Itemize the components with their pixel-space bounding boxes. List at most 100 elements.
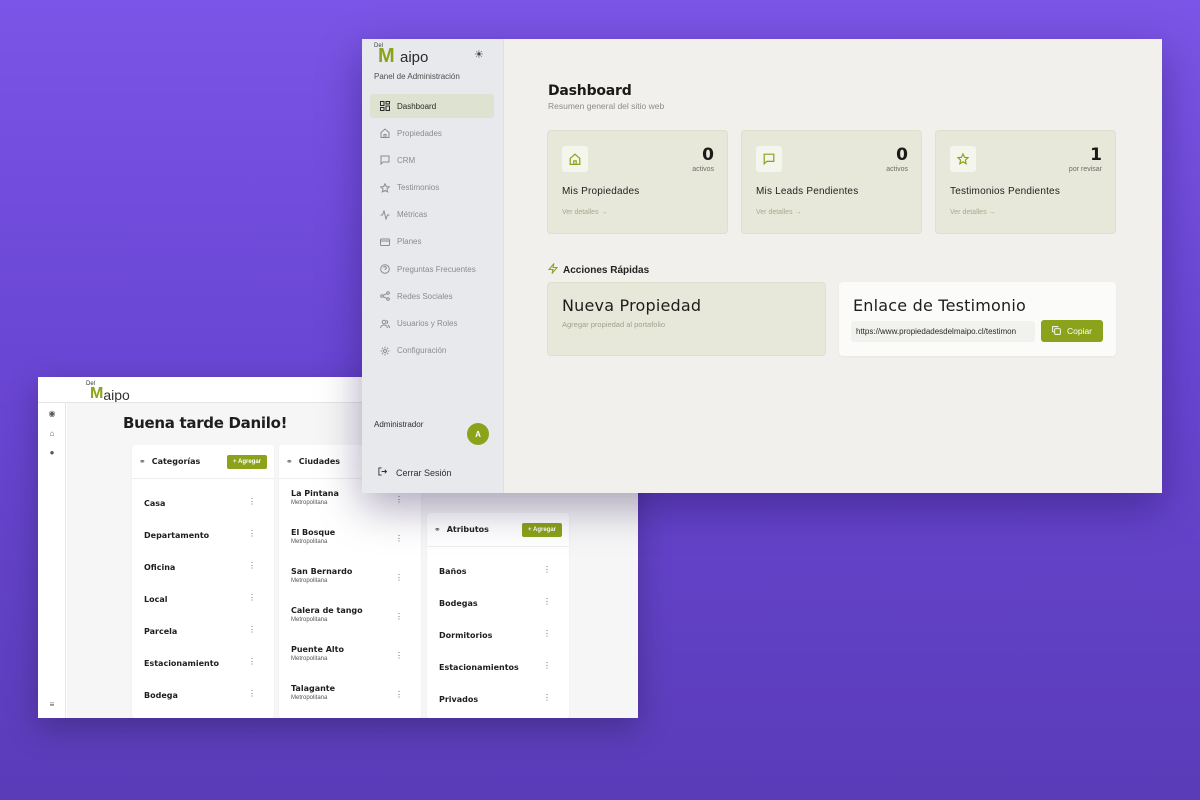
list-item[interactable]: Parcela ⋮	[132, 615, 274, 647]
item-label: Parcela	[144, 626, 178, 636]
more-icon[interactable]: ⋮	[248, 689, 256, 698]
more-icon[interactable]: ⋮	[248, 561, 256, 570]
more-icon[interactable]: ⋮	[395, 534, 403, 543]
avatar[interactable]: A	[467, 423, 489, 445]
add-button[interactable]: + Agregar	[227, 454, 267, 469]
nav-item-redes[interactable]: Redes Sociales	[370, 284, 494, 308]
stat-unit: por revisar	[1068, 166, 1102, 173]
more-icon[interactable]: ⋮	[395, 573, 403, 582]
home-icon	[379, 128, 390, 139]
list-item[interactable]: Dormitorios ⋮	[427, 619, 569, 651]
card-icon	[379, 236, 390, 247]
list-item[interactable]: San Bernardo Metropolitana ⋮	[279, 561, 421, 600]
details-link[interactable]: Ver detalles →	[562, 209, 608, 216]
item-label: Privados	[439, 694, 479, 704]
more-icon[interactable]: ⋮	[395, 495, 403, 504]
details-link[interactable]: Ver detalles →	[950, 209, 996, 216]
more-icon[interactable]: ⋮	[248, 529, 256, 538]
item-label: El Bosque	[291, 528, 336, 537]
nav-item-usuarios[interactable]: Usuarios y Roles	[370, 312, 494, 336]
stat-card-leads[interactable]: 0 activos Mis Leads Pendientes Ver detal…	[741, 130, 922, 234]
nav-item-configuracion[interactable]: Configuración	[370, 339, 494, 363]
stat-unit: activos	[692, 166, 714, 173]
sidebar: ◉ ⌂ ● ≡	[38, 403, 66, 718]
user-icon[interactable]: ●	[48, 449, 56, 457]
lightning-icon	[547, 263, 559, 277]
panel-title: Atributos	[446, 525, 489, 534]
list-item[interactable]: Talagante Metropolitana ⋮	[279, 678, 421, 717]
stat-value: 1	[1090, 145, 1102, 165]
item-label: Departamento	[144, 530, 210, 540]
stat-label: Mis Leads Pendientes	[756, 186, 859, 197]
list-item[interactable]: Departamento ⋮	[132, 519, 274, 551]
menu-icon[interactable]: ≡	[48, 701, 56, 709]
testimonial-url-field[interactable]: https://www.propiedadesdelmaipo.cl/testi…	[851, 321, 1035, 342]
add-button[interactable]: + Agregar	[522, 522, 562, 537]
more-icon[interactable]: ⋮	[248, 593, 256, 602]
list-item[interactable]: Estacionamientos ⋮	[427, 651, 569, 683]
mountain-logo-icon: M	[378, 45, 395, 67]
logo-prefix: Del	[86, 381, 96, 387]
item-label: Talagante	[291, 684, 336, 693]
item-region: Metropolitana	[291, 500, 328, 506]
more-icon[interactable]: ⋮	[395, 690, 403, 699]
panel-header: ⚭ Categorías + Agregar	[132, 445, 274, 479]
list-item[interactable]: Privados ⋮	[427, 683, 569, 715]
greeting: Buena tarde Danilo!	[123, 414, 288, 432]
nav-item-propiedades[interactable]: Propiedades	[370, 121, 494, 145]
list-item[interactable]: Casa ⋮	[132, 487, 274, 519]
more-icon[interactable]: ⋮	[395, 651, 403, 660]
stat-card-testimonios[interactable]: 1 por revisar Testimonios Pendientes Ver…	[935, 130, 1116, 234]
sidebar: Del M aipo ☀ Panel de Administración Das…	[362, 39, 504, 493]
stat-card-propiedades[interactable]: 0 activos Mis Propiedades Ver detalles →	[547, 130, 728, 234]
nav-item-crm[interactable]: CRM	[370, 148, 494, 172]
help-icon	[379, 264, 390, 275]
more-icon[interactable]: ⋮	[543, 661, 551, 670]
nav-item-metricas[interactable]: Métricas	[370, 203, 494, 227]
star-icon	[379, 182, 390, 193]
more-icon[interactable]: ⋮	[543, 629, 551, 638]
more-icon[interactable]: ⋮	[248, 497, 256, 506]
list-item[interactable]: Estacionamiento ⋮	[132, 647, 274, 679]
nav-item-preguntas[interactable]: Preguntas Frecuentes	[370, 257, 494, 281]
compass-icon[interactable]: ◉	[48, 410, 56, 418]
more-icon[interactable]: ⋮	[543, 565, 551, 574]
list-item[interactable]: Bodega ⋮	[132, 679, 274, 711]
list-item[interactable]: Puente Alto Metropolitana ⋮	[279, 639, 421, 678]
sun-icon[interactable]: ☀	[474, 48, 484, 61]
atributos-panel: ⚭ Atributos + Agregar Baños ⋮ Bodegas ⋮ Do…	[427, 513, 569, 718]
logo-text: aipo	[400, 49, 429, 66]
copy-button[interactable]: Copiar	[1041, 320, 1103, 342]
list-item[interactable]: El Bosque Metropolitana ⋮	[279, 522, 421, 561]
more-icon[interactable]: ⋮	[543, 693, 551, 702]
details-link[interactable]: Ver detalles →	[756, 209, 802, 216]
list-item[interactable]: Baños ⋮	[427, 555, 569, 587]
list-item[interactable]: Local ⋮	[132, 583, 274, 615]
nav-item-planes[interactable]: Planes	[370, 230, 494, 254]
logout-label: Cerrar Sesión	[396, 467, 452, 478]
more-icon[interactable]: ⋮	[543, 597, 551, 606]
panel-title: Categorías	[151, 457, 201, 466]
nav-item-dashboard[interactable]: Dashboard	[370, 94, 494, 118]
list-item[interactable]: Bodegas ⋮	[427, 587, 569, 619]
panel-subtitle: Panel de Administración	[374, 72, 460, 81]
item-label: Puente Alto	[291, 645, 344, 654]
nav-label: Planes	[397, 237, 422, 247]
new-property-card[interactable]: Nueva Propiedad Agregar propiedad al por…	[547, 282, 826, 356]
nav-item-testimonios[interactable]: Testimonios	[370, 176, 494, 200]
users-icon	[379, 318, 390, 329]
item-label: San Bernardo	[291, 567, 353, 576]
more-icon[interactable]: ⋮	[395, 612, 403, 621]
stat-value: 0	[702, 145, 714, 165]
item-label: Calera de tango	[291, 606, 363, 615]
more-icon[interactable]: ⋮	[248, 625, 256, 634]
list-item[interactable]: Oficina ⋮	[132, 551, 274, 583]
logout-button[interactable]: Cerrar Sesión	[378, 467, 452, 478]
front-window: Del M aipo ☀ Panel de Administración Das…	[362, 39, 1162, 493]
home-icon	[562, 146, 588, 172]
nav-label: Usuarios y Roles	[397, 319, 458, 328]
item-label: Dormitorios	[439, 630, 493, 640]
home-icon[interactable]: ⌂	[48, 430, 56, 438]
more-icon[interactable]: ⋮	[248, 657, 256, 666]
list-item[interactable]: Calera de tango Metropolitana ⋮	[279, 600, 421, 639]
